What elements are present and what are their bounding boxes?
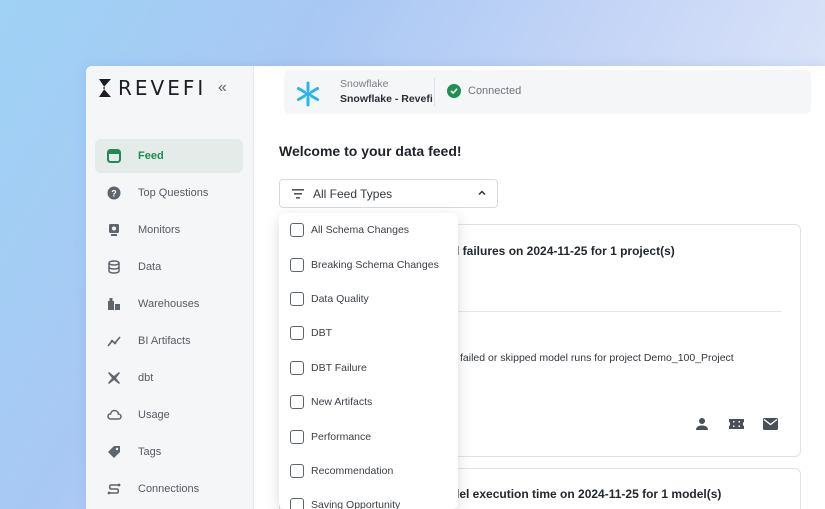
revefi-logo-icon: [99, 79, 111, 97]
dropdown-option-label: All Schema Changes: [311, 224, 410, 237]
sidebar-item-label: Warehouses: [138, 298, 200, 310]
dropdown-option-label: Saving Opportunity: [311, 499, 401, 509]
connection-status-label: Connected: [468, 85, 522, 97]
sidebar-item-label: Tags: [138, 446, 162, 458]
filter-icon: [292, 188, 304, 199]
checkbox[interactable]: [290, 291, 304, 306]
sidebar-item-label: Monitors: [138, 224, 181, 236]
sidebar-item-label: dbt: [138, 372, 154, 384]
monitor-icon: [106, 222, 122, 238]
divider: [430, 311, 782, 312]
checkbox[interactable]: [290, 429, 304, 444]
dropdown-option-label: Data Quality: [311, 292, 369, 305]
checkbox[interactable]: [290, 463, 304, 478]
feed-icon: [106, 148, 122, 164]
database-icon: [106, 259, 122, 275]
brand-logo[interactable]: REVEFI: [98, 78, 206, 98]
dropdown-option[interactable]: Data Quality: [279, 282, 458, 316]
dropdown-option-label: DBT: [311, 327, 332, 340]
sidebar-item-label: Data: [138, 261, 162, 273]
dropdown-option[interactable]: Breaking Schema Changes: [279, 247, 458, 281]
sidebar-item-label: Top Questions: [138, 187, 209, 199]
divider: [434, 78, 435, 106]
dropdown-option[interactable]: Recommendation: [279, 454, 458, 488]
feed-type-filter[interactable]: All Feed Types: [279, 179, 498, 208]
dropdown-option[interactable]: New Artifacts: [279, 385, 458, 419]
sidebar-item-tags[interactable]: Tags: [95, 435, 243, 469]
page-title: Welcome to your data feed!: [279, 143, 462, 159]
feed-card-title: l failures on 2024-11-25 for 1 project(s…: [456, 244, 675, 258]
person-icon[interactable]: [694, 416, 710, 432]
sidebar-nav: Feed ? Top Questions Monitors Data Wareh…: [95, 139, 243, 509]
sidebar-item-label: Usage: [138, 409, 170, 421]
filter-label: All Feed Types: [313, 186, 393, 201]
sidebar-item-label: Feed: [138, 150, 164, 162]
app-window: REVEFI « Feed ? Top Questions Monitors D…: [86, 66, 825, 509]
main-content: Snowflake Snowflake - Revefi Connected W…: [254, 66, 825, 509]
checkbox[interactable]: [290, 223, 304, 238]
feed-card-title: del execution time on 2024-11-25 for 1 m…: [452, 487, 722, 501]
check-circle-icon: [447, 84, 461, 98]
dropdown-option-label: New Artifacts: [311, 396, 373, 409]
sidebar-item-warehouses[interactable]: Warehouses: [95, 287, 243, 321]
sidebar-item-data[interactable]: Data: [95, 250, 243, 284]
cloud-icon: [106, 407, 122, 423]
dropdown-option-label: Breaking Schema Changes: [311, 258, 439, 271]
checkbox[interactable]: [290, 360, 304, 375]
sidebar-item-feed[interactable]: Feed: [95, 139, 243, 173]
svg-text:?: ?: [111, 189, 117, 199]
sidebar-item-bi-artifacts[interactable]: BI Artifacts: [95, 324, 243, 358]
sidebar-item-label: BI Artifacts: [138, 335, 191, 347]
snowflake-icon: [297, 81, 319, 107]
sidebar: REVEFI « Feed ? Top Questions Monitors D…: [86, 66, 254, 509]
question-icon: ?: [106, 185, 122, 201]
dropdown-option-label: Recommendation: [311, 464, 394, 477]
dropdown-option[interactable]: DBT Failure: [279, 351, 458, 385]
sidebar-item-monitors[interactable]: Monitors: [95, 213, 243, 247]
sidebar-item-dbt[interactable]: dbt: [95, 361, 243, 395]
mail-icon[interactable]: [762, 416, 778, 432]
ticket-icon[interactable]: [728, 416, 744, 432]
feed-card-actions: [694, 416, 778, 432]
dbt-icon: [106, 370, 122, 386]
feed-card-description: failed or skipped model runs for project…: [460, 352, 734, 364]
connection-source: Snowflake: [340, 78, 389, 90]
connection-account: Snowflake - Revefi: [340, 93, 433, 105]
warehouse-icon: [106, 296, 122, 312]
connection-status: Connected: [447, 84, 521, 98]
chevron-up-icon: [478, 190, 486, 196]
connections-icon: [106, 481, 122, 497]
chart-icon: [106, 333, 122, 349]
sidebar-item-connections[interactable]: Connections: [95, 472, 243, 506]
dropdown-option[interactable]: Performance: [279, 419, 458, 453]
collapse-sidebar-icon[interactable]: «: [218, 79, 227, 97]
dropdown-option[interactable]: Saving Opportunity: [279, 488, 458, 509]
connection-bar[interactable]: Snowflake Snowflake - Revefi Connected: [284, 70, 811, 114]
checkbox[interactable]: [290, 395, 304, 410]
dropdown-option-label: DBT Failure: [311, 361, 367, 374]
sidebar-item-label: Connections: [138, 483, 200, 495]
feed-type-dropdown-menu: All Schema Changes Breaking Schema Chang…: [279, 213, 458, 509]
brand-name: REVEFI: [118, 76, 207, 100]
checkbox[interactable]: [290, 257, 304, 272]
tag-icon: [106, 444, 122, 460]
dropdown-option[interactable]: DBT: [279, 316, 458, 350]
connection-info: Snowflake Snowflake - Revefi: [340, 78, 433, 105]
dropdown-option-label: Performance: [311, 430, 372, 443]
sidebar-item-usage[interactable]: Usage: [95, 398, 243, 432]
sidebar-item-top-questions[interactable]: ? Top Questions: [95, 176, 243, 210]
checkbox[interactable]: [290, 326, 304, 341]
dropdown-option[interactable]: All Schema Changes: [279, 213, 458, 247]
checkbox[interactable]: [290, 498, 304, 509]
